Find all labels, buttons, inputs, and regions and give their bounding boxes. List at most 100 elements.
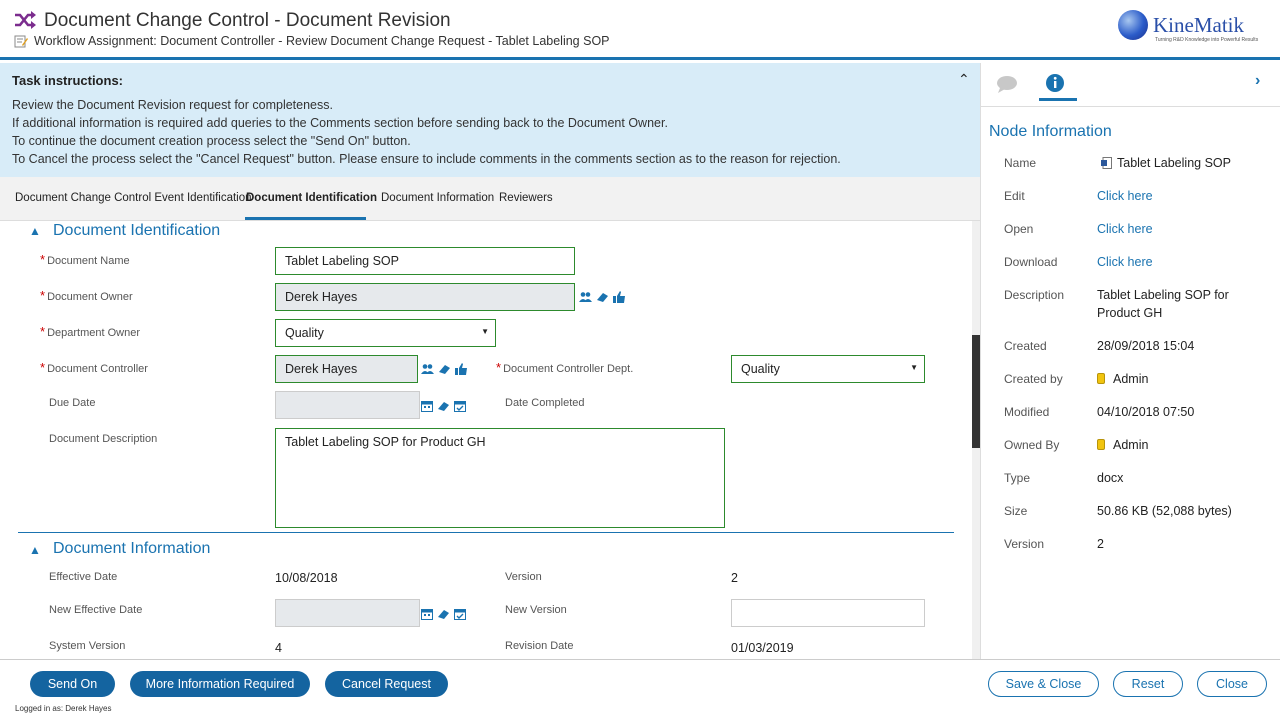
revision-date-label: Revision Date — [505, 640, 574, 652]
section-document-information[interactable]: Document Information — [53, 540, 210, 558]
system-version-label: System Version — [49, 640, 126, 652]
effective-date-label: Effective Date — [49, 571, 118, 583]
task-instructions-panel: Task instructions: ⌃ Review the Document… — [0, 63, 980, 177]
form-scrollbar[interactable] — [972, 221, 980, 659]
node-name-value: Tablet Labeling SOP — [1101, 156, 1231, 170]
eraser-icon[interactable] — [437, 400, 450, 412]
node-description-value: Tablet Labeling SOP for — [1097, 288, 1229, 302]
node-owned-by-value: Admin — [1097, 438, 1148, 452]
department-owner-value: Quality — [285, 326, 324, 340]
save-and-close-button[interactable]: Save & Close — [988, 671, 1099, 697]
new-version-label: New Version — [505, 604, 567, 616]
node-edit-key: Edit — [1004, 189, 1025, 203]
node-description-value-line2: Product GH — [1097, 306, 1163, 320]
calendar-check-icon[interactable] — [454, 400, 466, 412]
document-description-textarea[interactable]: Tablet Labeling SOP for Product GH — [275, 428, 725, 528]
calendar-check-icon[interactable] — [454, 608, 466, 620]
chevron-up-icon[interactable]: ▲ — [29, 224, 41, 238]
comment-icon[interactable] — [996, 75, 1018, 93]
tab-document-information[interactable]: Document Information — [381, 192, 494, 204]
active-side-tab-indicator — [1039, 98, 1077, 101]
due-date-input[interactable] — [275, 391, 420, 419]
document-controller-actions — [421, 363, 467, 377]
eraser-icon[interactable] — [437, 608, 450, 620]
chevron-right-icon[interactable]: › — [1255, 72, 1260, 90]
edit-document-icon — [14, 35, 28, 48]
instruction-line: To continue the document creation proces… — [12, 134, 411, 148]
node-name-key: Name — [1004, 156, 1037, 170]
node-created-by-key: Created by — [1004, 372, 1063, 386]
users-icon[interactable] — [579, 291, 592, 303]
new-effective-date-label: New Effective Date — [49, 604, 143, 616]
more-information-required-button[interactable]: More Information Required — [130, 671, 310, 697]
chevron-up-icon[interactable]: ▲ — [29, 543, 41, 557]
controller-dept-select[interactable]: Quality ▼ — [731, 355, 925, 383]
globe-icon — [1118, 10, 1148, 40]
new-effective-date-input[interactable] — [275, 599, 420, 627]
thumbs-up-icon[interactable] — [455, 363, 467, 375]
instruction-line: To Cancel the process select the "Cancel… — [12, 152, 841, 166]
node-open-key: Open — [1004, 222, 1034, 236]
send-on-button[interactable]: Send On — [30, 671, 115, 697]
form-tabs: Document Change Control Event Identifica… — [0, 177, 980, 221]
node-size-value: 50.86 KB (52,088 bytes) — [1097, 504, 1232, 518]
due-date-label: Due Date — [49, 397, 96, 409]
tab-event-identification[interactable]: Document Change Control Event Identifica… — [15, 192, 252, 204]
version-label: Version — [505, 571, 542, 583]
eraser-icon[interactable] — [596, 291, 609, 303]
revision-date-value: 01/03/2019 — [731, 641, 794, 655]
user-icon — [1097, 373, 1105, 384]
edit-link[interactable]: Click here — [1097, 189, 1153, 203]
page-title: Document Change Control - Document Revis… — [44, 10, 451, 31]
info-icon[interactable] — [1045, 73, 1065, 93]
document-controller-label: * Document Controller — [40, 360, 148, 375]
document-controller-field[interactable]: Derek Hayes — [275, 355, 418, 383]
node-download-key: Download — [1004, 255, 1058, 269]
document-name-label: * Document Name — [40, 252, 130, 267]
section-document-identification[interactable]: Document Identification — [53, 222, 220, 240]
scrollbar-thumb[interactable] — [972, 335, 980, 448]
instruction-line: Review the Document Revision request for… — [12, 98, 333, 112]
eraser-icon[interactable] — [438, 363, 451, 375]
node-created-key: Created — [1004, 339, 1047, 353]
chevron-up-icon[interactable]: ⌃ — [958, 71, 970, 88]
cancel-request-button[interactable]: Cancel Request — [325, 671, 448, 697]
tab-reviewers[interactable]: Reviewers — [499, 192, 553, 204]
effective-date-value: 10/08/2018 — [275, 571, 338, 585]
action-footer: Send On More Information Required Cancel… — [0, 659, 1280, 720]
document-owner-actions — [579, 291, 625, 305]
section-divider — [18, 532, 954, 533]
node-created-value: 28/09/2018 15:04 — [1097, 339, 1195, 353]
department-owner-select[interactable]: Quality ▼ — [275, 319, 496, 347]
document-description-label: Document Description — [49, 433, 158, 445]
node-type-key: Type — [1004, 471, 1031, 485]
shuffle-icon — [15, 11, 36, 29]
download-link[interactable]: Click here — [1097, 255, 1153, 269]
tab-document-identification[interactable]: Document Identification — [246, 192, 377, 204]
node-modified-key: Modified — [1004, 405, 1050, 419]
calendar-icon[interactable] — [421, 608, 433, 620]
department-owner-label: * Department Owner — [40, 324, 140, 339]
node-created-by-value: Admin — [1097, 372, 1148, 386]
date-completed-label: Date Completed — [505, 397, 585, 409]
node-version-key: Version — [1004, 537, 1045, 551]
word-document-icon — [1101, 157, 1112, 169]
node-information-panel: › Node Information Name Tablet Labeling … — [980, 63, 1280, 659]
user-icon — [1097, 439, 1105, 450]
active-tab-indicator — [245, 217, 366, 220]
side-panel-tabs: › — [981, 63, 1280, 107]
caret-down-icon: ▼ — [481, 327, 489, 336]
form-content: ▲ Document Identification * Document Name… — [0, 221, 972, 659]
thumbs-up-icon[interactable] — [613, 291, 625, 303]
open-link[interactable]: Click here — [1097, 222, 1153, 236]
document-name-input[interactable]: Tablet Labeling SOP — [275, 247, 575, 275]
calendar-icon[interactable] — [421, 400, 433, 412]
reset-button[interactable]: Reset — [1113, 671, 1183, 697]
node-owned-by-key: Owned By — [1004, 438, 1060, 452]
close-button[interactable]: Close — [1197, 671, 1267, 697]
document-owner-field[interactable]: Derek Hayes — [275, 283, 575, 311]
users-icon[interactable] — [421, 363, 434, 375]
new-version-input[interactable] — [731, 599, 925, 627]
kinematik-logo: KineMatik Turning R&D Knowledge into Pow… — [1118, 10, 1268, 46]
controller-dept-value: Quality — [741, 362, 780, 376]
